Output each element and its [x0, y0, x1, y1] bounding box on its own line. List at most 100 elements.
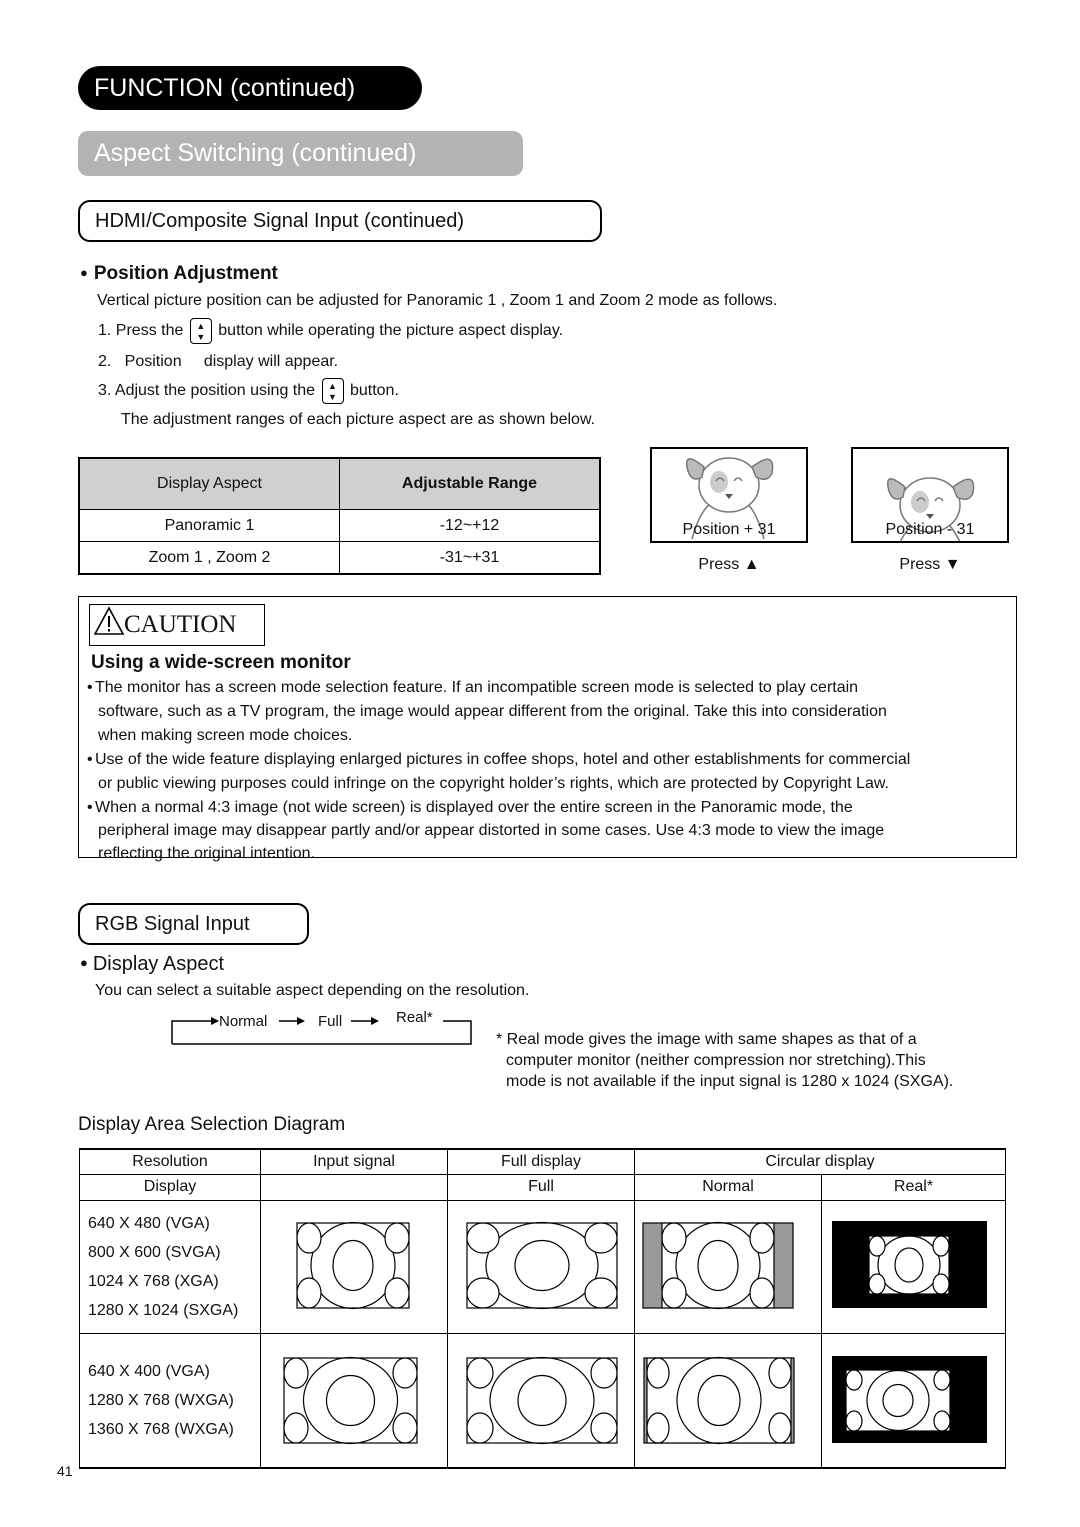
header-display-aspect: Display Aspect [78, 457, 340, 510]
real-cell [821, 1332, 1006, 1468]
normal-cell [634, 1199, 822, 1334]
resolution-item: 1280 X 768 (WXGA) [88, 1391, 234, 1409]
normal-display-pattern-icon [642, 1221, 794, 1309]
corner-circle [933, 1409, 951, 1432]
normal-cell [634, 1332, 822, 1468]
corner-circle [590, 1411, 618, 1444]
cell-range: -31~+31 [339, 541, 601, 575]
corner-circle [646, 1411, 670, 1444]
resolution-item: 800 X 600 (SVGA) [88, 1243, 221, 1261]
corner-circle [384, 1221, 410, 1254]
real-cell [821, 1199, 1006, 1334]
cell-aspect: Panoramic 1 [78, 509, 340, 542]
corner-circle [868, 1234, 886, 1257]
step-3: 3. Adjust the position using the ▲ ▼ butt… [98, 377, 399, 405]
caution-bullet: • The monitor has a screen mode selection… [87, 679, 887, 744]
subheader-real: Real* [821, 1173, 1006, 1201]
bullet-line: peripheral image may disappear partly an… [98, 822, 885, 839]
resolution-item: 1360 X 768 (WXGA) [88, 1420, 234, 1438]
step-3-pre: 3. Adjust the position using the [98, 382, 316, 399]
cell-aspect: Zoom 1 , Zoom 2 [78, 541, 340, 575]
real-display-pattern-icon [832, 1220, 987, 1308]
position-plus-example: Position + 31 [650, 447, 808, 543]
corner-circle [584, 1276, 618, 1309]
cell-range: -12~+12 [339, 509, 601, 542]
position-intro: Vertical picture position can be adjuste… [97, 292, 778, 309]
bullet-line: Use of the wide feature displaying enlar… [95, 751, 911, 768]
resolution-item: 1024 X 768 (XGA) [88, 1272, 219, 1290]
step-1: 1. Press the ▲ ▼ button while operating t… [98, 317, 563, 345]
real-mode-footnote: * Real mode gives the image with same sh… [496, 1029, 953, 1092]
caution-label: CAUTION [124, 611, 237, 638]
press-down-label: Press ▼ [899, 556, 961, 573]
corner-circle [296, 1276, 322, 1309]
caution-bullet: • Use of the wide feature displaying enla… [87, 751, 911, 792]
corner-circle [392, 1411, 418, 1444]
header-adjustable-range: Adjustable Range [339, 457, 601, 510]
bullet-line: software, such as a TV program, the imag… [98, 703, 887, 720]
corner-circle [466, 1276, 500, 1309]
step-1-pre: 1. Press the [98, 322, 184, 339]
bullet-line: when making screen mode choices. [98, 727, 353, 744]
header-input-signal: Input signal [260, 1148, 448, 1175]
corner-circle [384, 1276, 410, 1309]
position-adjustment-title: Position Adjustment [80, 263, 278, 285]
corner-circle [932, 1272, 950, 1295]
resolution-item: 640 X 480 (VGA) [88, 1214, 210, 1232]
caution-title: Using a wide-screen monitor [91, 652, 351, 673]
resolution-list: 640 X 480 (VGA) 800 X 600 (SVGA) 1024 X … [79, 1199, 261, 1334]
full-display-pattern-icon [466, 1221, 618, 1309]
header-circular-display: Circular display [634, 1148, 1006, 1175]
normal-display-pattern-icon [643, 1356, 795, 1444]
footnote-line: * Real mode gives the image with same sh… [496, 1031, 917, 1048]
range-note: The adjustment ranges of each picture as… [121, 411, 596, 428]
subheader-display: Display [79, 1173, 261, 1201]
corner-circle [749, 1221, 775, 1254]
position-plus-label: Position + 31 [682, 521, 776, 538]
corner-circle [590, 1356, 618, 1389]
display-area-selection-table: Resolution Input signal Full display Cir… [79, 1148, 1006, 1469]
header-resolution: Resolution [79, 1148, 261, 1175]
corner-circle [466, 1221, 500, 1254]
table-header-row: Display Aspect Adjustable Range [78, 457, 601, 510]
caution-bullets: • The monitor has a screen mode selection… [87, 676, 910, 865]
input-signal-pattern-icon [283, 1356, 418, 1444]
up-down-arrow-button-icon: ▲ ▼ [321, 377, 344, 404]
bullet-line: or public viewing purposes could infring… [98, 775, 889, 792]
full-cell [447, 1199, 635, 1334]
corner-circle [296, 1221, 322, 1254]
caution-tag: CAUTION [89, 604, 265, 646]
caution-bullet: • When a normal 4:3 image (not wide scree… [87, 799, 885, 862]
page-number: 41 [57, 1463, 73, 1479]
display-aspect-label: Display Aspect [92, 953, 225, 975]
position-minus-example: Position - 31 [851, 447, 1009, 543]
input-signal-cell [260, 1199, 448, 1334]
up-down-arrow-button-icon: ▲ ▼ [189, 317, 212, 344]
corner-circle [933, 1368, 951, 1391]
adjustable-range-table: Display Aspect Adjustable Range Panorami… [78, 457, 601, 575]
footnote-line: computer monitor (neither compression no… [506, 1052, 926, 1069]
bullet-line: reflecting the original intention. [98, 845, 316, 862]
corner-circle [749, 1276, 775, 1309]
table-row: Panoramic 1 -12~+12 [78, 509, 601, 542]
corner-circle [932, 1234, 950, 1257]
footnote-line: mode is not available if the input signa… [506, 1073, 954, 1090]
table-subheader-row: Display Full Normal Real* [79, 1173, 1006, 1201]
corner-circle [845, 1409, 863, 1432]
bullet-line: The monitor has a screen mode selection … [95, 679, 859, 696]
table-row: 640 X 400 (VGA) 1280 X 768 (WXGA) 1360 X… [79, 1332, 1006, 1468]
corner-circle [646, 1356, 670, 1389]
bullet-line: When a normal 4:3 image (not wide screen… [95, 799, 853, 816]
step-2: 2. Position display will appear. [98, 353, 339, 370]
corner-circle [466, 1411, 494, 1444]
header-full-display: Full display [447, 1148, 635, 1175]
corner-circle [466, 1356, 494, 1389]
display-aspect-title: ● Display Aspect [80, 953, 224, 976]
full-cell [447, 1332, 635, 1468]
corner-circle [283, 1356, 309, 1389]
flow-full: Full [318, 1013, 343, 1030]
bullet-icon: ● [80, 955, 88, 970]
input-signal-pattern-icon [296, 1221, 410, 1309]
table-row: 640 X 480 (VGA) 800 X 600 (SVGA) 1024 X … [79, 1199, 1006, 1334]
corner-circle [661, 1221, 687, 1254]
